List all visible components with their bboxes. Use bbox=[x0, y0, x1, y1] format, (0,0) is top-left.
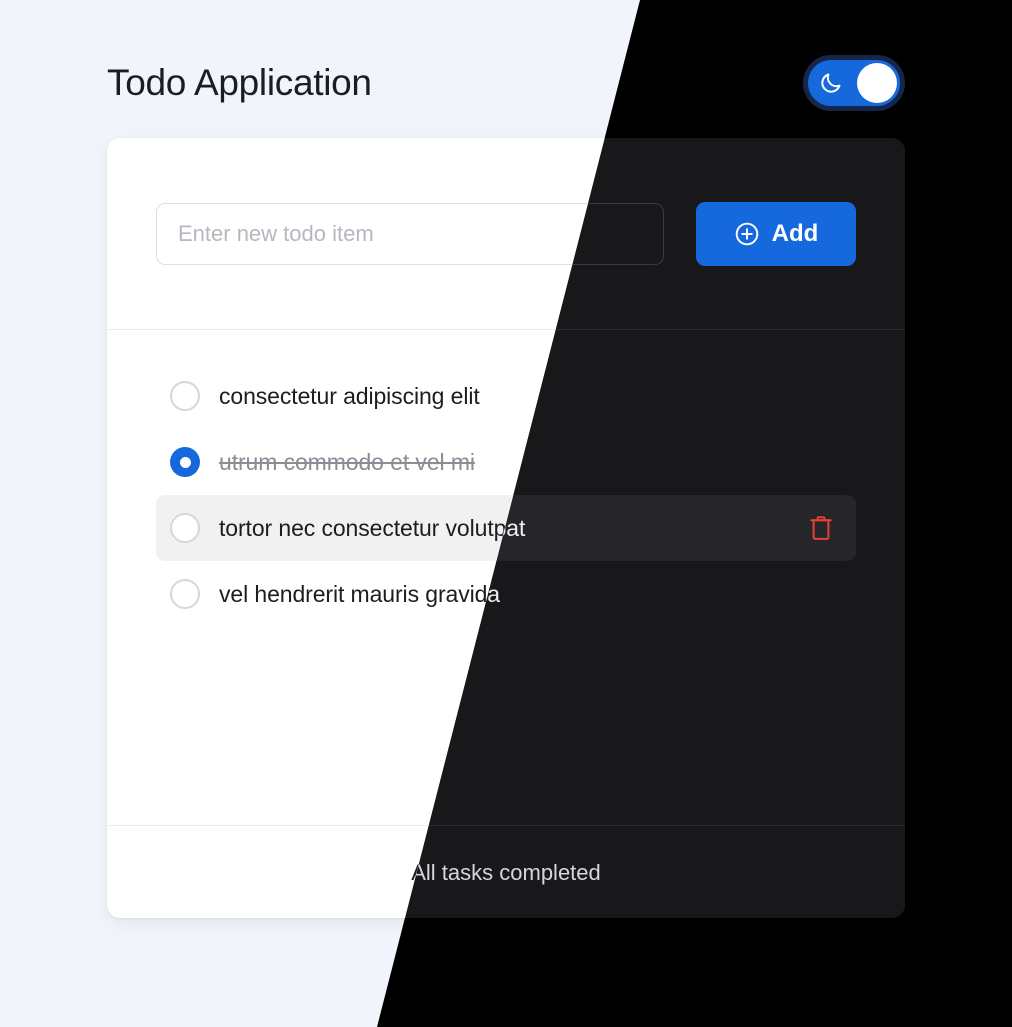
dark-mode-toggle[interactable] bbox=[803, 55, 905, 111]
trash-icon bbox=[810, 516, 832, 540]
delete-todo-button[interactable] bbox=[804, 511, 838, 545]
todo-checkbox[interactable] bbox=[170, 513, 200, 543]
todo-item-label: tortor nec consectetur volutpat bbox=[219, 514, 526, 541]
plus-circle-icon bbox=[735, 222, 758, 245]
add-todo-label: Add bbox=[771, 219, 819, 247]
todo-checkbox-checked[interactable] bbox=[170, 447, 200, 477]
todo-item-label: consectetur adipiscing elit bbox=[219, 382, 480, 409]
todo-item-label: vel hendrerit mauris gravida bbox=[219, 580, 500, 607]
app-stage: Todo Application Add bbox=[0, 0, 1012, 1027]
page-title-light: Todo Application bbox=[107, 62, 372, 103]
todo-item-label: utrum commodo et vel mi bbox=[219, 448, 475, 475]
add-todo-button[interactable]: Add bbox=[696, 201, 856, 266]
moon-icon bbox=[821, 73, 841, 93]
todo-checkbox[interactable] bbox=[170, 579, 200, 609]
todo-checkbox[interactable] bbox=[170, 381, 200, 411]
toggle-knob bbox=[857, 63, 897, 103]
